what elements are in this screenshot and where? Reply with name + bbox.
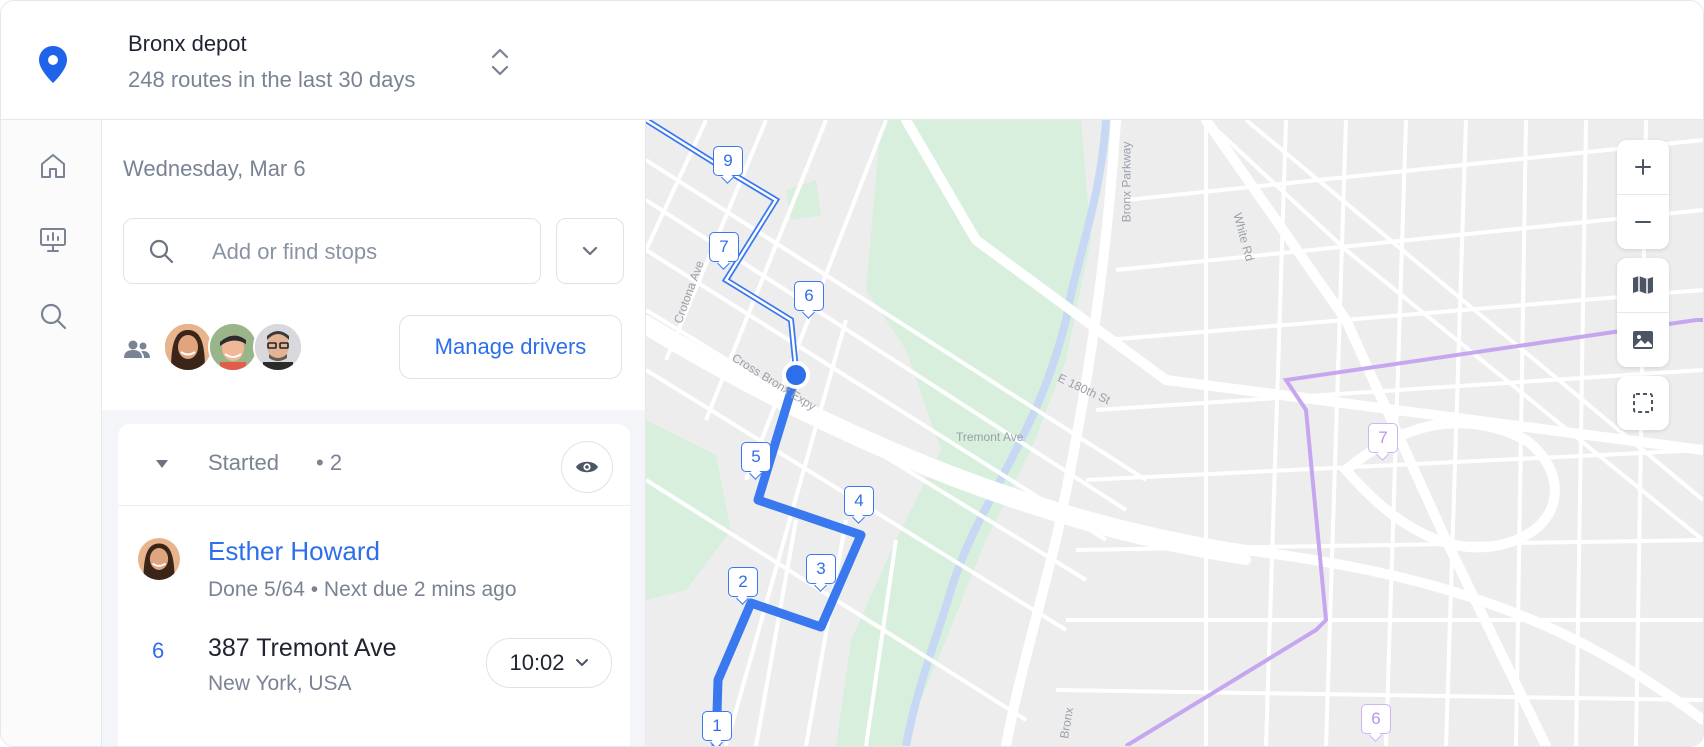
search-nav-button[interactable]	[33, 296, 73, 336]
fullscreen-button[interactable]	[1617, 376, 1669, 430]
stop-number: 6	[152, 638, 165, 663]
section-count: • 2	[316, 450, 343, 475]
fullscreen-control	[1617, 376, 1669, 430]
presentation-button[interactable]	[33, 220, 73, 260]
minus-icon	[1635, 221, 1651, 223]
route-map[interactable]: Crotona Ave Cross Bronx Expy E 180th St …	[646, 120, 1703, 746]
depot-subtitle: 248 routes in the last 30 days	[128, 67, 416, 92]
satellite-view-button[interactable]	[1617, 313, 1669, 367]
image-icon	[1633, 331, 1653, 349]
zoom-controls	[1617, 140, 1669, 249]
route-section-card: Started • 2 Esther Howard Done 5/64 • Ne…	[118, 424, 630, 746]
route-stop-marker[interactable]: 2	[728, 567, 758, 605]
map-view-button[interactable]	[1617, 258, 1669, 312]
depot-title: Bronx depot	[128, 31, 247, 56]
driver-avatar[interactable]	[136, 536, 182, 582]
routes-list: Started • 2 Esther Howard Done 5/64 • Ne…	[102, 410, 645, 746]
map-icon	[1633, 276, 1653, 294]
map-type-controls	[1617, 258, 1669, 367]
presentation-icon	[40, 228, 66, 252]
driver-name-link[interactable]: Esther Howard	[208, 536, 380, 567]
chevron-down-icon	[575, 659, 588, 666]
drivers-icon	[124, 340, 150, 358]
manage-drivers-button[interactable]: Manage drivers	[399, 315, 622, 379]
location-pin-icon	[39, 46, 67, 83]
route-stop-marker[interactable]: 4	[844, 486, 874, 524]
map-canvas	[646, 120, 1703, 746]
stop-city: New York, USA	[208, 672, 352, 695]
route-stop-marker[interactable]: 6	[1361, 704, 1391, 742]
stop-time-select[interactable]: 10:02	[486, 638, 612, 688]
street-label: Bronx Parkway	[1119, 141, 1134, 223]
route-stop-marker[interactable]: 6	[794, 281, 824, 319]
driver-avatar[interactable]	[208, 322, 258, 372]
chevron-down-icon	[582, 246, 598, 256]
home-icon	[41, 154, 65, 178]
nav-rail	[1, 120, 102, 746]
section-header[interactable]: Started • 2	[118, 424, 630, 506]
home-button[interactable]	[33, 146, 73, 186]
app-window: Bronx depot 248 routes in the last 30 da…	[0, 0, 1704, 747]
driver-avatar[interactable]	[163, 322, 213, 372]
plus-icon	[1635, 159, 1651, 175]
route-stop-marker[interactable]: 7	[709, 232, 739, 270]
collapse-caret-icon[interactable]	[156, 460, 168, 468]
section-label: Started	[208, 450, 279, 475]
route-stop-marker[interactable]: 1	[702, 711, 732, 746]
stop-time: 10:02	[509, 650, 565, 675]
search-options-button[interactable]	[556, 218, 624, 284]
zoom-in-button[interactable]	[1617, 140, 1669, 194]
fullscreen-icon	[1633, 393, 1653, 413]
route-stop-marker[interactable]: 3	[806, 554, 836, 592]
route-stop-marker[interactable]: 5	[741, 442, 771, 480]
street-label: Tremont Ave	[956, 430, 1024, 444]
stop-address[interactable]: 387 Tremont Ave	[208, 634, 397, 663]
eye-icon	[576, 461, 598, 473]
search-icon	[40, 303, 67, 330]
toggle-visibility-button[interactable]	[561, 441, 613, 493]
header: Bronx depot 248 routes in the last 30 da…	[1, 1, 1703, 120]
route-panel: Wednesday, Mar 6 Add or find stops Manag…	[102, 120, 646, 746]
driver-avatar[interactable]	[253, 322, 303, 372]
route-stop-marker[interactable]: 9	[713, 146, 743, 184]
route-date: Wednesday, Mar 6	[123, 156, 306, 181]
route-stop-marker[interactable]: 7	[1368, 423, 1398, 461]
zoom-out-button[interactable]	[1617, 195, 1669, 249]
search-icon	[149, 239, 174, 264]
driver-status: Done 5/64 • Next due 2 mins ago	[208, 578, 517, 601]
search-input[interactable]	[210, 233, 514, 271]
stop-search	[123, 218, 541, 284]
depot-switcher-chevrons-icon[interactable]	[489, 45, 511, 79]
